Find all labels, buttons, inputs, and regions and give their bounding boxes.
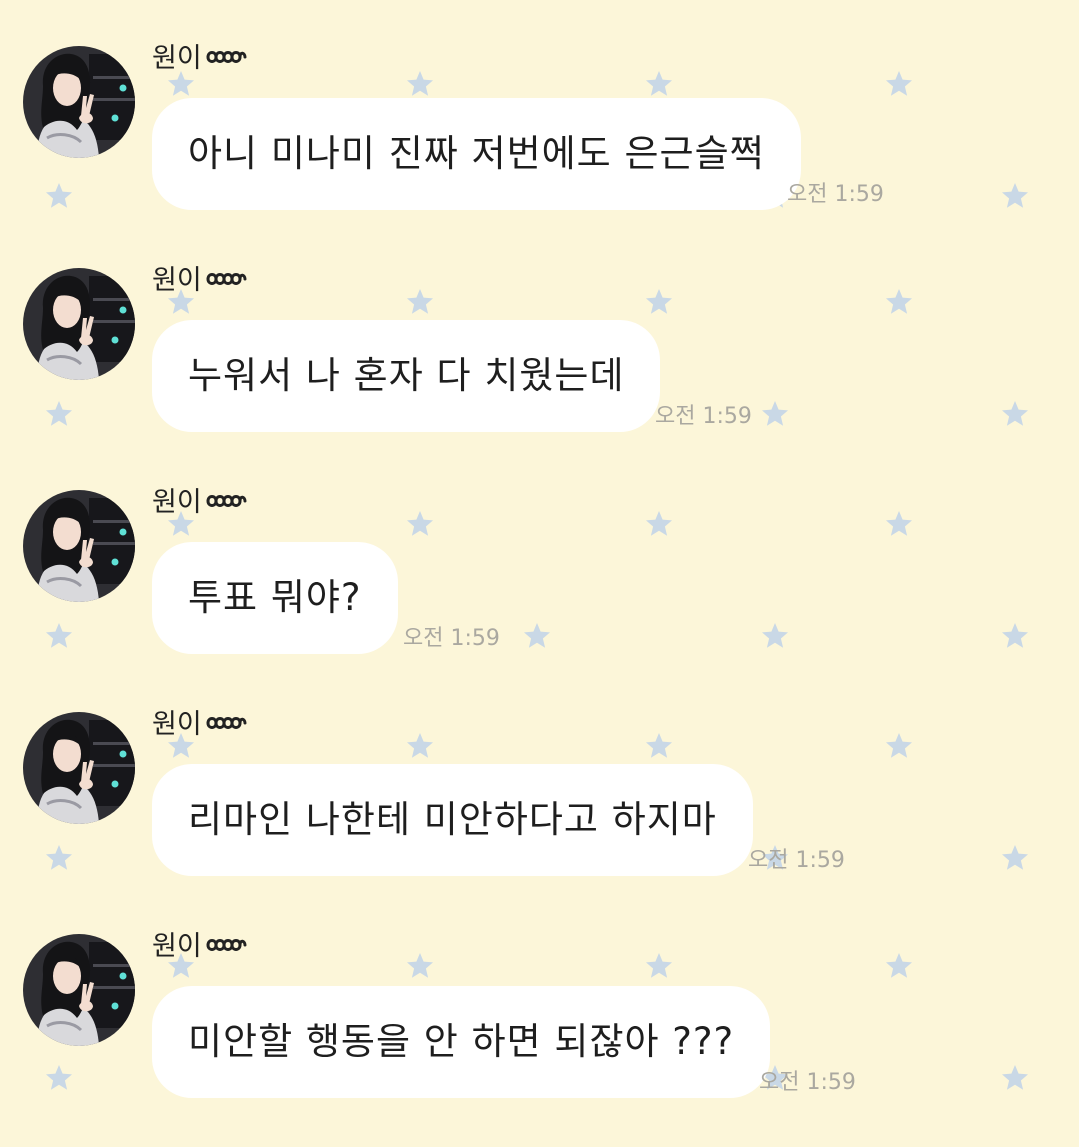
avatar-photo xyxy=(23,46,135,158)
ribbon-loops-icon xyxy=(205,270,247,292)
sender-name-text: 원이 xyxy=(152,487,202,518)
sender-name-text: 원이 xyxy=(152,709,202,740)
avatar-photo xyxy=(23,490,135,602)
avatar-photo xyxy=(23,934,135,1046)
message-row: 원이 리마인 나한테 미안하다고 하지마 오전 1:59 xyxy=(0,709,1079,934)
profile-avatar[interactable] xyxy=(23,934,135,1046)
profile-avatar[interactable] xyxy=(23,712,135,824)
message-bubble[interactable]: 투표 뭐야? xyxy=(152,542,398,654)
ribbon-loops-icon xyxy=(205,714,247,736)
sender-name-text: 원이 xyxy=(152,43,202,74)
chat-room: 원이 아니 미나미 진짜 저번에도 은근슬쩍 오전 1:59 원이 누워서 나 … xyxy=(0,0,1079,1147)
message-bubble[interactable]: 아니 미나미 진짜 저번에도 은근슬쩍 xyxy=(152,98,801,210)
message-time: 오전 1:59 xyxy=(787,182,884,207)
message-bubble[interactable]: 누워서 나 혼자 다 치웠는데 xyxy=(152,320,661,432)
sender-name: 원이 xyxy=(152,264,247,298)
message-time: 오전 1:59 xyxy=(655,404,752,429)
ribbon-loops-icon xyxy=(205,492,247,514)
message-time: 오전 1:59 xyxy=(748,848,845,873)
sender-name: 원이 xyxy=(152,930,247,964)
message-row: 원이 투표 뭐야? 오전 1:59 xyxy=(0,487,1079,712)
sender-name: 원이 xyxy=(152,42,247,76)
avatar-photo xyxy=(23,268,135,380)
message-bubble[interactable]: 리마인 나한테 미안하다고 하지마 xyxy=(152,764,753,876)
profile-avatar[interactable] xyxy=(23,490,135,602)
profile-avatar[interactable] xyxy=(23,46,135,158)
message-time: 오전 1:59 xyxy=(403,626,500,651)
profile-avatar[interactable] xyxy=(23,268,135,380)
sender-name-text: 원이 xyxy=(152,931,202,962)
sender-name: 원이 xyxy=(152,486,247,520)
message-bubble[interactable]: 미안할 행동을 안 하면 되잖아 ??? xyxy=(152,986,771,1098)
ribbon-loops-icon xyxy=(205,936,247,958)
message-row: 원이 누워서 나 혼자 다 치웠는데 오전 1:59 xyxy=(0,265,1079,490)
message-time: 오전 1:59 xyxy=(759,1070,856,1095)
message-row: 원이 아니 미나미 진짜 저번에도 은근슬쩍 오전 1:59 xyxy=(0,43,1079,268)
sender-name-text: 원이 xyxy=(152,265,202,296)
sender-name: 원이 xyxy=(152,708,247,742)
ribbon-loops-icon xyxy=(205,48,247,70)
avatar-photo xyxy=(23,712,135,824)
message-row: 원이 미안할 행동을 안 하면 되잖아 ??? 오전 1:59 xyxy=(0,931,1079,1147)
